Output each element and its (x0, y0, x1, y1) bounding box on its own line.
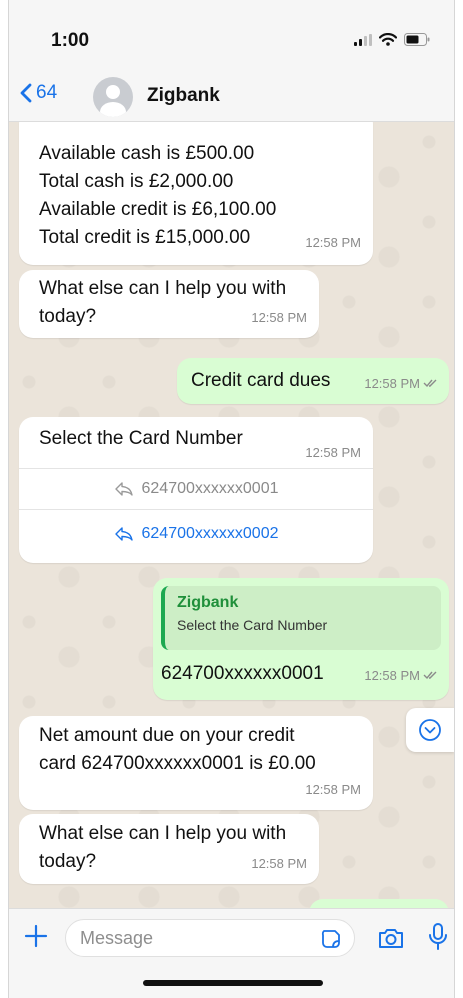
message-time: 12:58 PM (251, 310, 307, 325)
attach-button[interactable] (23, 923, 49, 954)
camera-button[interactable] (377, 926, 405, 955)
avatar-icon[interactable] (93, 77, 133, 117)
signal-icon (354, 33, 372, 46)
divider (19, 509, 373, 510)
outgoing-message (309, 899, 449, 908)
camera-icon (379, 929, 403, 948)
message-line: Total credit is £15,000.00 (39, 227, 251, 248)
message-text: Select the Card Number (39, 428, 243, 449)
plus-icon (24, 924, 48, 948)
incoming-message: Select the Card Number 12:58 PM 624700xx… (19, 417, 373, 563)
message-time: 12:58 PM (364, 662, 439, 690)
incoming-message: What else can I help you with today? 12:… (19, 270, 319, 338)
message-time-text: 12:58 PM (364, 668, 420, 683)
incoming-message: Available cash is £500.00 Total cash is … (19, 122, 373, 265)
incoming-message: What else can I help you with today? 12:… (19, 814, 319, 884)
double-check-icon (423, 662, 439, 690)
message-text: 624700xxxxxx0001 (161, 663, 324, 684)
status-bar: 1:00 (9, 0, 454, 70)
microphone-button[interactable] (427, 922, 449, 957)
battery-icon (404, 33, 430, 46)
message-time: 12:58 PM (305, 782, 361, 797)
home-indicator[interactable] (143, 980, 323, 986)
outgoing-message: Credit card dues 12:58 PM (177, 358, 449, 404)
quoted-text: Select the Card Number (177, 617, 328, 633)
chevron-down-circle-icon (419, 719, 441, 741)
chevron-left-icon (20, 83, 32, 103)
double-check-icon (423, 370, 439, 398)
message-line: card 624700xxxxxx0001 is £0.00 (39, 753, 316, 774)
message-time: 12:58 PM (364, 370, 439, 398)
message-time: 12:58 PM (251, 856, 307, 871)
quick-reply-option[interactable]: 624700xxxxxx0002 (19, 514, 373, 554)
wifi-icon (379, 33, 397, 46)
incoming-message: Net amount due on your credit card 62470… (19, 716, 373, 810)
message-line: Total cash is £2,000.00 (39, 171, 234, 192)
message-line: Net amount due on your credit (39, 725, 295, 746)
message-line: today? (39, 851, 97, 872)
quoted-sender: Zigbank (177, 594, 239, 611)
message-line: Available credit is £6,100.00 (39, 199, 277, 220)
microphone-icon (429, 923, 447, 950)
option-label: 624700xxxxxx0001 (141, 480, 279, 497)
quoted-message[interactable]: Zigbank Select the Card Number (161, 586, 441, 650)
back-button[interactable]: 64 (19, 82, 57, 104)
status-icons (354, 33, 430, 46)
phone-screen: 1:00 64 Zigbank Available cash is £500.0… (8, 0, 455, 998)
chat-header: 64 Zigbank (9, 70, 454, 122)
message-text: Credit card dues (191, 370, 331, 391)
message-line: What else can I help you with (39, 278, 287, 299)
reply-arrow-icon (114, 527, 133, 541)
reply-arrow-icon (114, 482, 133, 496)
message-line: Available cash is £500.00 (39, 143, 255, 164)
chat-area[interactable]: Available cash is £500.00 Total cash is … (9, 122, 454, 908)
message-input[interactable] (80, 920, 310, 956)
sticker-icon[interactable] (320, 928, 342, 950)
option-label: 624700xxxxxx0002 (141, 525, 279, 542)
contact-name[interactable]: Zigbank (147, 85, 220, 107)
message-time-text: 12:58 PM (364, 376, 420, 391)
outgoing-message: Zigbank Select the Card Number 624700xxx… (153, 578, 449, 700)
message-line: today? (39, 306, 97, 327)
message-time: 12:58 PM (305, 235, 361, 250)
message-field[interactable] (65, 919, 355, 957)
scroll-to-bottom-button[interactable] (406, 708, 454, 752)
quick-reply-option[interactable]: 624700xxxxxx0001 (19, 469, 373, 509)
unread-count: 64 (36, 82, 58, 103)
message-time: 12:58 PM (305, 445, 361, 460)
message-line: What else can I help you with (39, 823, 287, 844)
status-time: 1:00 (51, 30, 90, 51)
